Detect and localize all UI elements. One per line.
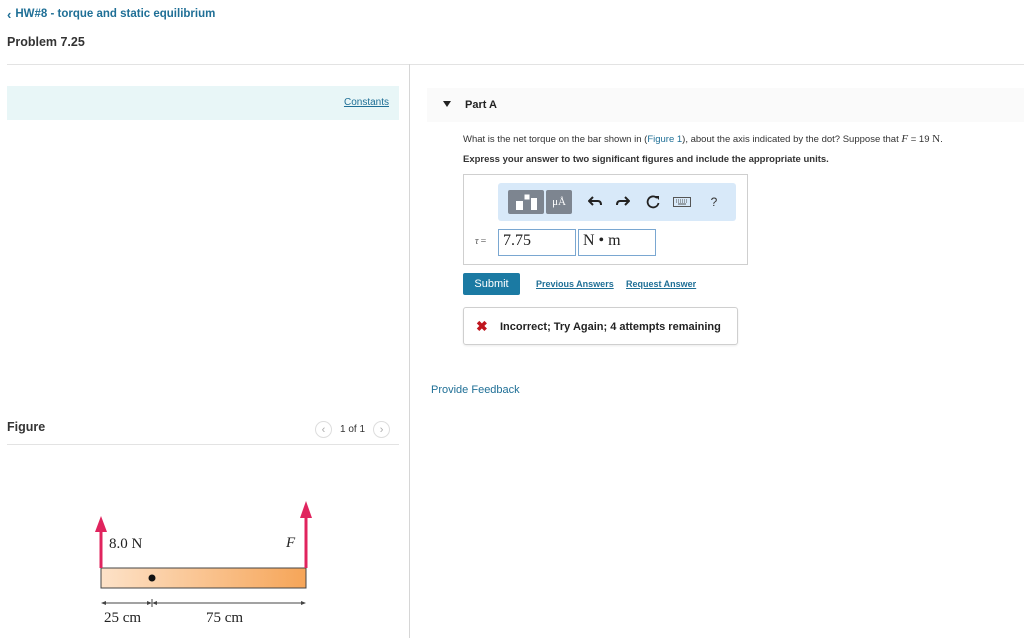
previous-answers-link[interactable]: Previous Answers — [536, 279, 614, 289]
reset-icon[interactable] — [644, 193, 662, 211]
part-label: Part A — [465, 99, 497, 111]
answer-value-input[interactable]: 7.75 — [498, 229, 576, 256]
feedback-text: Incorrect; Try Again; 4 attempts remaini… — [500, 321, 721, 333]
redo-icon[interactable] — [614, 193, 632, 211]
bar — [100, 567, 307, 589]
axis-dot — [148, 574, 156, 582]
dim-arrow-right-start — [152, 601, 157, 605]
force-equals: = 19 — [908, 134, 933, 145]
chevron-left-icon: ‹ — [7, 6, 12, 22]
figure-diagram: 8.0 N F 25 cm 75 cm — [95, 501, 312, 626]
problem-title: Problem 7.25 — [7, 35, 85, 49]
keyboard-icon[interactable] — [673, 193, 691, 211]
instruction-text: Express your answer to two significant f… — [463, 154, 829, 165]
header-divider — [7, 64, 1024, 65]
question-end: . — [940, 134, 943, 145]
force-arrow-right — [300, 501, 312, 568]
tau-equals: = — [480, 236, 487, 247]
dim-arrow-left-start — [101, 601, 106, 605]
question-part1: What is the net torque on the bar shown … — [463, 134, 648, 145]
collapse-triangle-icon[interactable] — [443, 101, 451, 107]
templates-button[interactable] — [508, 190, 544, 214]
question-text: What is the net torque on the bar shown … — [463, 133, 1023, 145]
part-header[interactable]: Part A — [427, 88, 1024, 122]
answer-box: μÅ ? τ = 7.75 N • m — [463, 174, 748, 265]
submit-button[interactable]: Submit — [463, 273, 520, 295]
constants-bar: Constants — [7, 86, 399, 120]
answer-unit-input[interactable]: N • m — [578, 229, 656, 256]
force-left-label: 8.0 N — [109, 536, 143, 552]
dim-arrow-left-end — [147, 601, 152, 605]
constants-link[interactable]: Constants — [344, 97, 389, 108]
provide-feedback-link[interactable]: Provide Feedback — [431, 384, 520, 396]
help-icon[interactable]: ? — [705, 193, 723, 211]
templates-icon — [516, 194, 537, 210]
error-x-icon: ✖ — [476, 318, 488, 334]
dim-arrow-right-end — [301, 601, 306, 605]
breadcrumb-back[interactable]: ‹ HW#8 - torque and static equilibrium — [7, 7, 215, 21]
undo-icon[interactable] — [586, 193, 604, 211]
distance-left-label: 25 cm — [104, 610, 141, 626]
force-arrow-left — [95, 516, 107, 568]
tau-symbol: τ — [475, 236, 479, 247]
figure-link[interactable]: Figure 1 — [647, 134, 682, 145]
tau-label: τ = — [475, 236, 486, 247]
pager-prev-button[interactable]: ‹ — [315, 421, 332, 438]
pager-text: 1 of 1 — [340, 424, 366, 435]
figure-label: Figure — [7, 420, 46, 434]
pager-next-button[interactable]: › — [373, 421, 391, 438]
force-right-label: F — [285, 535, 296, 551]
feedback-box: ✖ Incorrect; Try Again; 4 attempts remai… — [463, 307, 738, 345]
force-unit: N — [932, 133, 941, 145]
distance-right-label: 75 cm — [206, 610, 243, 626]
breadcrumb-label: HW#8 - torque and static equilibrium — [15, 8, 216, 20]
panel-divider — [409, 64, 410, 638]
math-toolbar: μÅ ? — [498, 183, 736, 221]
units-button[interactable]: μÅ — [546, 190, 572, 214]
figure-pager: ‹ 1 of 1 › — [315, 421, 391, 438]
question-part2: ), about the axis indicated by the dot? … — [682, 134, 902, 145]
request-answer-link[interactable]: Request Answer — [626, 279, 696, 289]
